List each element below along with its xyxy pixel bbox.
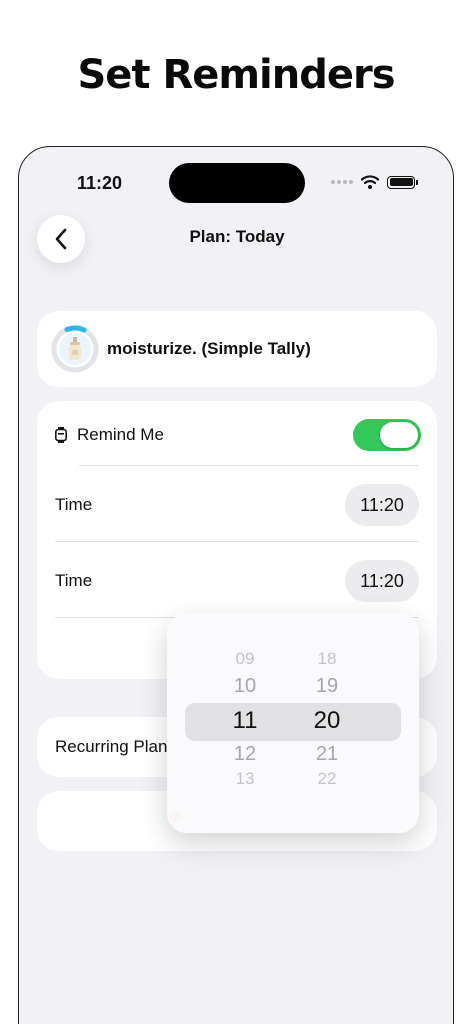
lotion-bottle-icon [69, 337, 81, 360]
nav-title: Plan: Today [189, 227, 285, 246]
minute-option[interactable]: 22 [297, 769, 357, 789]
divider [79, 465, 419, 466]
time-row: Time 11:20 [37, 483, 437, 527]
time-picker-popover[interactable]: 09 10 11 12 13 18 19 20 21 22 [167, 613, 419, 833]
plan-card[interactable]: moisturize. (Simple Tally) [37, 311, 437, 387]
hour-option[interactable]: 09 [215, 649, 275, 669]
hour-option[interactable]: 12 [215, 743, 275, 766]
time-value-button[interactable]: 11:20 [345, 484, 419, 526]
time-label: Time [55, 571, 93, 590]
dynamic-island [169, 163, 305, 203]
status-time: 11:20 [77, 173, 123, 193]
status-icons [331, 175, 418, 189]
plan-title: moisturize. (Simple Tally) [107, 339, 311, 358]
time-value-button[interactable]: 11:20 [345, 560, 419, 602]
wifi-icon [361, 175, 379, 189]
remind-me-toggle[interactable] [353, 419, 421, 451]
page-headline: Set Reminders [77, 52, 395, 98]
time-row: Time 11:20 [37, 559, 437, 603]
watch-icon [55, 427, 67, 443]
minute-option[interactable]: 21 [297, 743, 357, 766]
minute-option[interactable]: 18 [297, 649, 357, 669]
divider [55, 541, 419, 542]
remind-me-label: Remind Me [77, 425, 164, 444]
toggle-knob [380, 422, 418, 448]
minute-option-selected[interactable]: 20 [297, 707, 357, 735]
battery-icon [387, 175, 418, 189]
time-label: Time [55, 495, 93, 514]
hour-option-selected[interactable]: 11 [215, 707, 275, 735]
remind-me-row: Remind Me [37, 417, 437, 453]
minute-option[interactable]: 19 [297, 675, 357, 698]
hour-option[interactable]: 13 [215, 769, 275, 789]
phone-frame: 11:20 Plan: Today moisturize. (Simple Ta… [18, 146, 454, 1024]
recurring-plan-label: Recurring Plan [55, 737, 168, 756]
signal-icon [331, 180, 353, 184]
habit-progress-ring [51, 325, 99, 373]
hour-option[interactable]: 10 [215, 675, 275, 698]
